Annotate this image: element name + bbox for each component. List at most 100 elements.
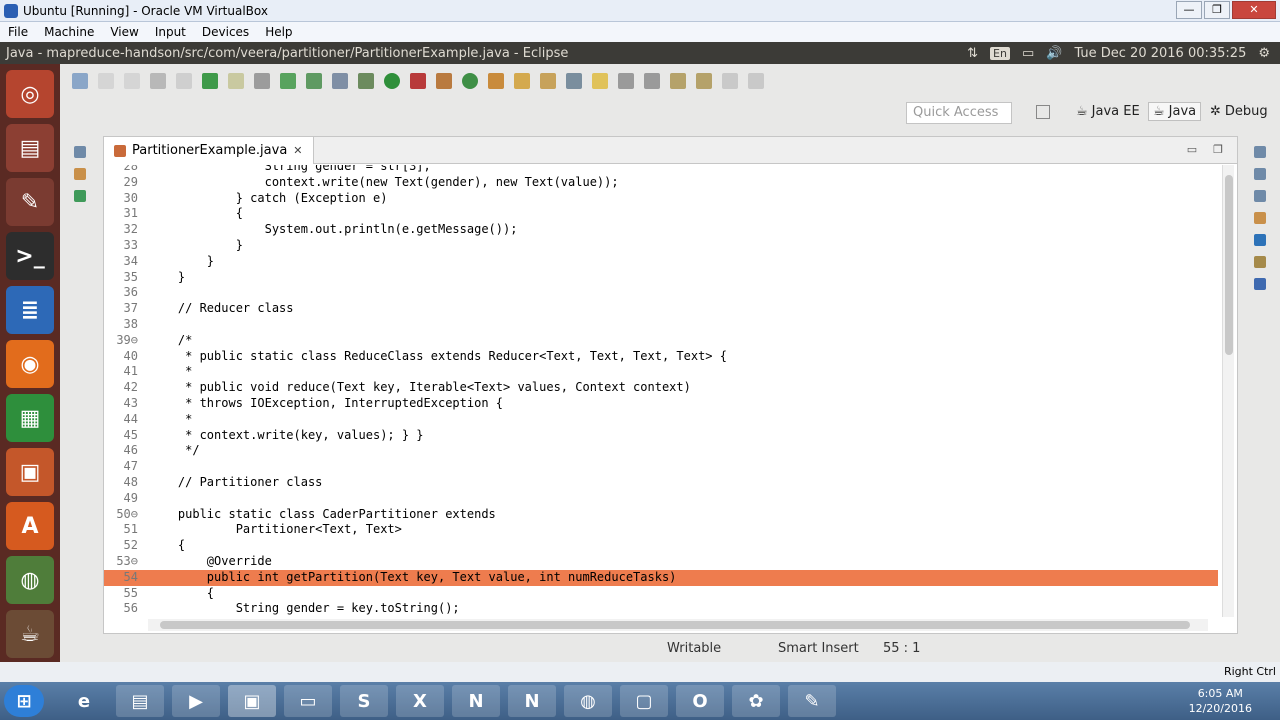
scroll-thumb[interactable] <box>160 621 1190 629</box>
declaration-icon[interactable] <box>1254 256 1266 268</box>
horizontal-scrollbar[interactable] <box>148 619 1208 631</box>
maximize-view-icon[interactable]: ❐ <box>1213 143 1223 156</box>
server-icon[interactable] <box>202 73 218 89</box>
code-line[interactable]: 39⊖ /* <box>104 333 1218 349</box>
hierarchy-icon[interactable] <box>74 190 86 202</box>
files-icon[interactable]: ▤ <box>6 124 54 172</box>
skype-icon[interactable]: S <box>340 685 388 717</box>
code-line[interactable]: 31 { <box>104 206 1218 222</box>
code-line[interactable]: 51 Partitioner<Text, Text> <box>104 522 1218 538</box>
code-line[interactable]: 40 * public static class ReduceClass ext… <box>104 349 1218 365</box>
firefox-icon[interactable]: ◉ <box>6 340 54 388</box>
code-line[interactable]: 47 <box>104 459 1218 475</box>
code-line[interactable]: 28 String gender = str[3]; <box>104 165 1218 175</box>
code-line[interactable]: 36 <box>104 285 1218 301</box>
remote-desktop-icon[interactable]: ▢ <box>620 685 668 717</box>
chrome-taskbar-icon[interactable]: ◍ <box>564 685 612 717</box>
virtualbox-taskbar-icon[interactable]: ▣ <box>228 685 276 717</box>
impress-icon[interactable]: ▣ <box>6 448 54 496</box>
restore-icon[interactable] <box>1254 190 1266 202</box>
print-icon[interactable] <box>150 73 166 89</box>
volume-icon[interactable]: 🔊 <box>1046 46 1062 61</box>
toggle-icon[interactable] <box>176 73 192 89</box>
code-area[interactable]: 28 String gender = str[3]; 29 context.wri… <box>104 165 1218 619</box>
maximize-button[interactable]: ❐ <box>1204 1 1230 19</box>
vertical-scrollbar[interactable] <box>1222 165 1234 617</box>
run-icon[interactable] <box>384 73 400 89</box>
internet-explorer-icon[interactable]: e <box>60 685 108 717</box>
software-center-icon[interactable]: A <box>6 502 54 550</box>
menu-help[interactable]: Help <box>257 25 300 39</box>
restore-icon[interactable] <box>74 146 86 158</box>
code-line[interactable]: 46 */ <box>104 443 1218 459</box>
menu-machine[interactable]: Machine <box>36 25 102 39</box>
code-line[interactable]: 54 public int getPartition(Text key, Tex… <box>104 569 1218 586</box>
calc-icon[interactable]: ▦ <box>6 394 54 442</box>
annotation-icon[interactable] <box>540 73 556 89</box>
onenote-alt-icon[interactable]: N <box>508 685 556 717</box>
start-button[interactable]: ⊞ <box>4 685 44 717</box>
code-line[interactable]: 29 context.write(new Text(gender), new T… <box>104 175 1218 191</box>
perspective-java-ee[interactable]: ☕ Java EE <box>1076 104 1140 119</box>
next-annotation-icon[interactable] <box>670 73 686 89</box>
code-line[interactable]: 56 String gender = key.toString(); <box>104 601 1218 617</box>
code-line[interactable]: 50⊖ public static class CaderPartitioner… <box>104 507 1218 523</box>
new-package-icon[interactable] <box>462 73 478 89</box>
console-icon[interactable] <box>1254 278 1266 290</box>
package-explorer-icon[interactable] <box>74 168 86 180</box>
minimize-button[interactable]: — <box>1176 1 1202 19</box>
forward-icon[interactable] <box>748 73 764 89</box>
new-icon[interactable] <box>72 73 88 89</box>
prev-annotation-icon[interactable] <box>696 73 712 89</box>
open-folder-icon[interactable] <box>488 73 504 89</box>
dash-home-icon[interactable]: ◎ <box>6 70 54 118</box>
menu-input[interactable]: Input <box>147 25 194 39</box>
terminal-icon[interactable]: >_ <box>6 232 54 280</box>
task-icon[interactable] <box>254 73 270 89</box>
code-line[interactable]: 44 * <box>104 412 1218 428</box>
media-player-icon[interactable]: ▶ <box>172 685 220 717</box>
scroll-thumb[interactable] <box>1225 175 1233 355</box>
outlook-icon[interactable]: O <box>676 685 724 717</box>
perspective-debug[interactable]: ✲ Debug <box>1210 104 1268 119</box>
new-java-project-icon[interactable] <box>436 73 452 89</box>
eclipse-icon[interactable]: ☕ <box>6 610 54 658</box>
code-line[interactable]: 48 // Partitioner class <box>104 475 1218 491</box>
save-all-icon[interactable] <box>124 73 140 89</box>
code-line[interactable]: 34 } <box>104 254 1218 270</box>
network-icon[interactable]: ⇅ <box>967 46 978 61</box>
close-button[interactable]: ✕ <box>1232 1 1276 19</box>
writer-icon[interactable]: ≣ <box>6 286 54 334</box>
open-perspective-icon[interactable] <box>1036 105 1050 119</box>
excel-icon[interactable]: X <box>396 685 444 717</box>
code-line[interactable]: 35 } <box>104 270 1218 286</box>
skip-breakpoints-icon[interactable] <box>332 73 348 89</box>
outline-icon[interactable] <box>1254 168 1266 180</box>
code-line[interactable]: 38 <box>104 317 1218 333</box>
restore-icon[interactable] <box>1254 146 1266 158</box>
paragraph-icon[interactable] <box>644 73 660 89</box>
back-icon[interactable] <box>722 73 738 89</box>
code-line[interactable]: 55 { <box>104 586 1218 602</box>
code-line[interactable]: 53⊖ @Override <box>104 554 1218 570</box>
minimize-view-icon[interactable]: ▭ <box>1187 143 1197 156</box>
chrome-icon[interactable]: ◍ <box>6 556 54 604</box>
mark-icon[interactable] <box>566 73 582 89</box>
menu-devices[interactable]: Devices <box>194 25 257 39</box>
code-line[interactable]: 30 } catch (Exception e) <box>104 191 1218 207</box>
search-icon[interactable] <box>280 73 296 89</box>
code-line[interactable]: 42 * public void reduce(Text key, Iterab… <box>104 380 1218 396</box>
code-line[interactable]: 32 System.out.println(e.getMessage()); <box>104 222 1218 238</box>
perspective-java[interactable]: ☕ Java <box>1148 102 1202 121</box>
code-line[interactable]: 45 * context.write(key, values); } } <box>104 428 1218 444</box>
quick-access-input[interactable]: Quick Access <box>906 102 1012 124</box>
javadoc-icon[interactable] <box>1254 234 1266 246</box>
problems-icon[interactable] <box>1254 212 1266 224</box>
save-icon[interactable] <box>98 73 114 89</box>
system-clock[interactable]: 6:05 AM 12/20/2016 <box>1189 686 1252 716</box>
code-line[interactable]: 49 <box>104 491 1218 507</box>
show-whitespace-icon[interactable] <box>618 73 634 89</box>
text-editor-icon[interactable]: ✎ <box>6 178 54 226</box>
code-line[interactable]: 43 * throws IOException, InterruptedExce… <box>104 396 1218 412</box>
battery-icon[interactable]: ▭ <box>1022 46 1034 61</box>
